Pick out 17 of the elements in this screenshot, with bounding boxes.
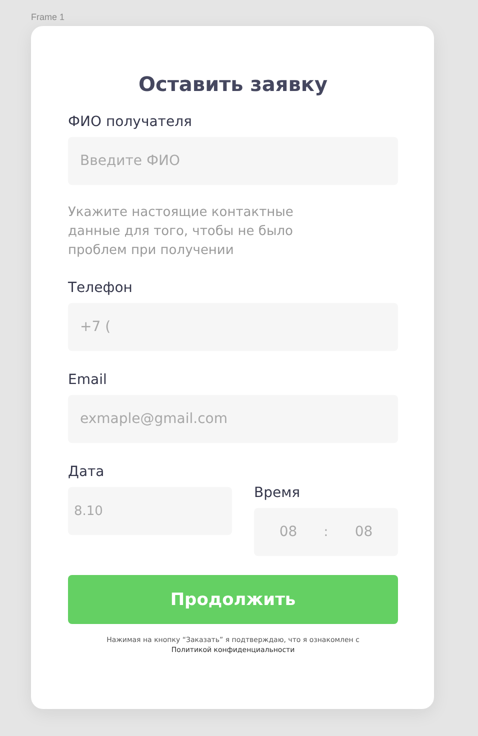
date-input[interactable]: 8.10 (68, 487, 232, 535)
field-label: Телефон (68, 280, 132, 296)
continue-button[interactable]: Продолжить (68, 575, 398, 624)
minutes-value: 08 (354, 524, 373, 540)
name-input[interactable]: Введите ФИО (68, 137, 398, 185)
field-label: Время (254, 485, 300, 501)
field-label: Дата (68, 464, 104, 480)
time-separator: : (324, 524, 328, 540)
field-label: ФИО получателя (68, 114, 192, 130)
hint-text: Укажите настоящие контактные данные для того, чтобы не было проблем при получении (68, 204, 294, 260)
form-title: Оставить заявку (138, 72, 328, 96)
time-input[interactable]: 08 : 08 (254, 508, 398, 556)
hours-value: 08 (279, 524, 298, 540)
email-input[interactable]: exmaple@gmail.com (68, 395, 398, 443)
field-label: Email (68, 372, 107, 388)
frame-label: Frame 1 (31, 12, 65, 22)
phone-input[interactable]: +7 ( (68, 303, 398, 351)
